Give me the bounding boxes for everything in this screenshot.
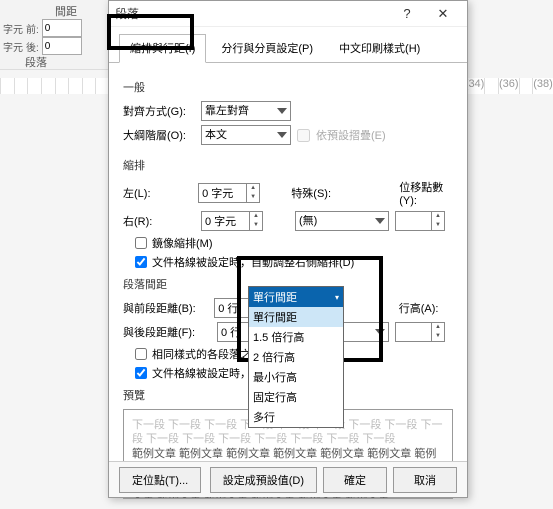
tab-indent-spacing[interactable]: 縮排與行距(I) (119, 34, 206, 63)
by-spinner[interactable]: ▲▼ (395, 211, 445, 231)
set-default-button[interactable]: 設定成預設值(D) (210, 467, 317, 493)
cancel-button[interactable]: 取消 (393, 467, 457, 493)
ribbon-before-input[interactable] (42, 19, 82, 37)
collapse-checkbox (297, 129, 310, 142)
at-label: 行高(A): (399, 300, 453, 316)
chevron-down-icon: ▾ (335, 293, 339, 302)
line-spacing-option-exactly[interactable]: 固定行高 (249, 387, 343, 407)
at-spinner[interactable]: ▲▼ (395, 322, 445, 342)
auto-indent-checkbox[interactable] (135, 256, 147, 268)
line-spacing-selected[interactable]: 單行間距 ▾ (249, 287, 343, 307)
alignment-label: 對齊方式(G): (123, 103, 195, 119)
outline-select[interactable]: 本文 (201, 125, 291, 145)
left-indent-spinner[interactable]: ▲▼ (198, 183, 260, 203)
collapse-label: 依預設摺疊(E) (316, 127, 386, 143)
section-indent: 縮排 (123, 157, 453, 173)
close-button[interactable]: ✕ (425, 2, 461, 26)
special-select[interactable]: (無) (295, 211, 389, 231)
ok-button[interactable]: 確定 (323, 467, 387, 493)
dialog-footer: 定位點(T)... 設定成預設值(D) 確定 取消 (109, 461, 467, 497)
line-spacing-option-double[interactable]: 2 倍行高 (249, 347, 343, 367)
snap-grid-checkbox[interactable] (135, 367, 147, 379)
tab-strip: 縮排與行距(I) 分行與分頁設定(P) 中文印刷樣式(H) (109, 27, 467, 63)
space-before-label: 與前段距離(B): (123, 300, 208, 316)
section-general: 一般 (123, 79, 453, 95)
title-bar: 段落 ? ✕ (109, 1, 467, 27)
ribbon-group-paragraph: 段落 (25, 54, 47, 70)
special-label: 特殊(S): (291, 185, 345, 201)
right-indent-spinner[interactable]: ▲▼ (201, 211, 263, 231)
line-spacing-option-single[interactable]: 單行間距 (249, 307, 343, 327)
ribbon-group-label: 間距 (55, 3, 77, 19)
left-indent-label: 左(L): (123, 185, 192, 201)
tab-line-page-breaks[interactable]: 分行與分頁設定(P) (210, 34, 324, 63)
line-spacing-option-15[interactable]: 1.5 倍行高 (249, 327, 343, 347)
by-label: 位移點數(Y): (399, 179, 453, 207)
space-after-label: 與後段距離(F): (123, 324, 211, 340)
tabs-button[interactable]: 定位點(T)... (119, 467, 201, 493)
mirror-indent-checkbox[interactable] (135, 237, 147, 249)
right-indent-label: 右(R): (123, 213, 195, 229)
ribbon-after-input[interactable] (42, 37, 82, 55)
mirror-indent-label: 鏡像縮排(M) (152, 235, 213, 251)
line-spacing-option-multiple[interactable]: 多行 (249, 407, 343, 427)
alignment-select[interactable]: 靠左對齊 (201, 101, 291, 121)
help-button[interactable]: ? (389, 2, 425, 26)
line-spacing-option-atleast[interactable]: 最小行高 (249, 367, 343, 387)
auto-indent-label: 文件格線被設定時，自動調整右側縮排(D) (152, 254, 354, 270)
ribbon-spacing-group: 間距 字元 前: 字元 後: 段落 (0, 0, 110, 70)
tab-asian-typography[interactable]: 中文印刷樣式(H) (328, 34, 431, 63)
ribbon-before-spinner[interactable]: 字元 前: (3, 19, 98, 37)
dialog-title: 段落 (115, 5, 389, 22)
outline-label: 大綱階層(O): (123, 127, 195, 143)
no-space-same-style-checkbox[interactable] (135, 348, 147, 360)
line-spacing-dropdown-open[interactable]: 單行間距 ▾ 單行間距 1.5 倍行高 2 倍行高 最小行高 固定行高 多行 (248, 286, 344, 428)
ribbon-after-spinner[interactable]: 字元 後: (3, 37, 98, 55)
